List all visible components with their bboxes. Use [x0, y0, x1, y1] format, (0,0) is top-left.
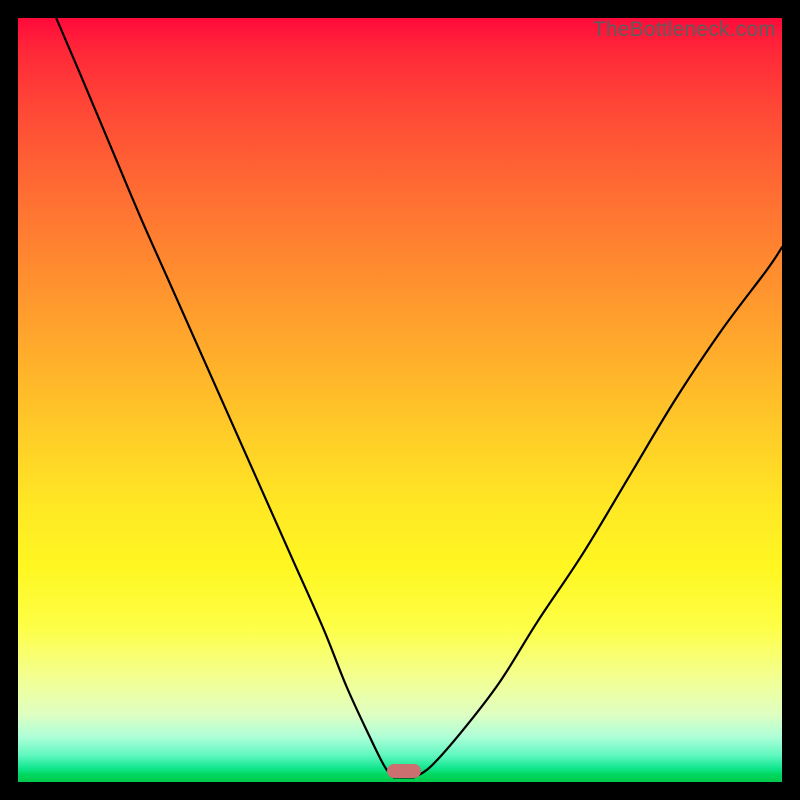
- bottleneck-curve-right: [414, 247, 782, 777]
- optimal-point-marker: [387, 764, 421, 778]
- watermark-text: TheBottleneck.com: [593, 18, 776, 42]
- plot-area: TheBottleneck.com: [18, 18, 782, 782]
- bottleneck-curve-left: [56, 18, 394, 777]
- chart-svg: [18, 18, 782, 782]
- root-frame: TheBottleneck.com: [0, 0, 800, 800]
